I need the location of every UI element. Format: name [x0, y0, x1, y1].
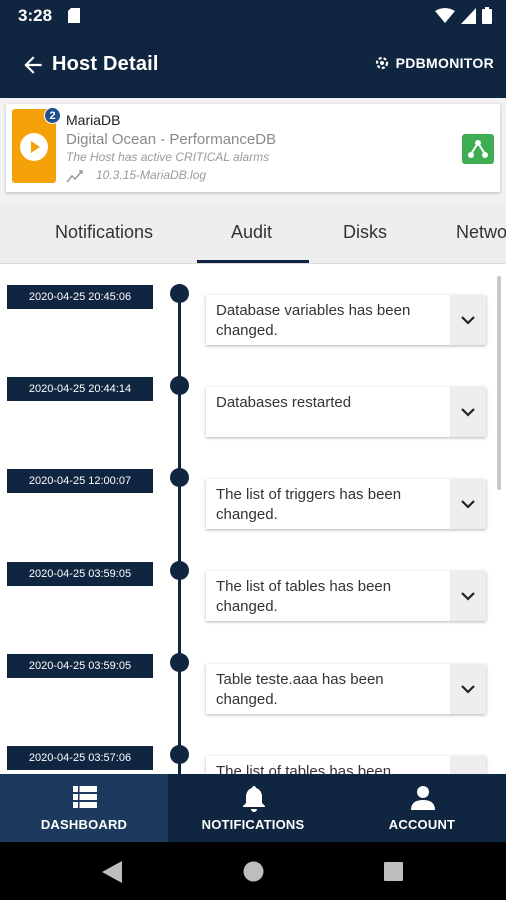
play-icon [20, 133, 48, 161]
timeline-card[interactable]: Databases restarted [206, 387, 486, 437]
host-log-file: 10.3.15-MariaDB.log [96, 168, 207, 182]
nav-account-label: ACCOUNT [388, 817, 456, 832]
nav-notifications-label: NOTIFICATIONS [201, 817, 305, 832]
status-time: 3:28 [18, 6, 53, 25]
home-circle-icon[interactable] [243, 861, 264, 882]
timeline-date: 2020-04-25 20:44:14 [7, 377, 153, 401]
timeline-line [178, 292, 181, 774]
expand-button[interactable] [450, 295, 486, 345]
chart-line-icon [66, 170, 83, 183]
gear-icon [375, 56, 388, 70]
nav-notifications[interactable]: NOTIFICATIONS [169, 774, 337, 842]
status-icons [435, 7, 492, 24]
person-icon [411, 786, 435, 810]
timeline-date: 2020-04-25 20:45:06 [7, 285, 153, 309]
page-title: Host Detail [52, 53, 159, 75]
timeline-text: Databases restarted [216, 394, 352, 411]
nav-dashboard[interactable]: DASHBOARD [0, 774, 168, 842]
timeline-date: 2020-04-25 03:59:05 [7, 654, 153, 678]
timeline-text: The list of tables has been changed. [216, 763, 392, 774]
tab-disks[interactable]: Disks [343, 222, 387, 243]
host-share-button[interactable] [462, 134, 494, 164]
timeline-text: The list of triggers has been changed. [216, 486, 402, 523]
bottom-nav: DASHBOARD NOTIFICATIONS ACCOUNT [0, 774, 506, 842]
status-bar: 3:28 [0, 0, 506, 32]
timeline-dot [170, 745, 189, 764]
timeline-card[interactable]: Database variables has been changed. [206, 295, 486, 345]
tab-bar: Notifications Audit Disks Netwo [0, 204, 506, 264]
nav-account[interactable]: ACCOUNT [338, 774, 506, 842]
host-area: 2 MariaDB Digital Ocean - PerformanceDB … [0, 98, 506, 204]
chevron-down-icon [461, 408, 475, 417]
host-alarm-badge: 2 [44, 107, 61, 124]
timeline-text: The list of tables has been changed. [216, 578, 392, 615]
brand-logo: PDBMONITOR [374, 55, 494, 71]
host-alarm-text: The Host has active CRITICAL alarms [66, 150, 270, 164]
wifi-icon [435, 7, 455, 23]
expand-button[interactable] [450, 387, 486, 437]
timeline-card[interactable]: Table teste.aaa has been changed. [206, 664, 486, 714]
expand-button[interactable] [450, 664, 486, 714]
sd-card-icon [68, 8, 80, 23]
expand-button[interactable] [450, 571, 486, 621]
expand-button[interactable] [450, 756, 486, 774]
chevron-down-icon [461, 685, 475, 694]
tab-notifications[interactable]: Notifications [55, 222, 153, 243]
signal-icon [461, 7, 476, 24]
timeline-scrollbar[interactable] [497, 276, 501, 490]
timeline-card[interactable]: The list of triggers has been changed. [206, 479, 486, 529]
timeline-dot [170, 561, 189, 580]
chevron-down-icon [461, 500, 475, 509]
tab-audit[interactable]: Audit [231, 222, 272, 243]
timeline-date: 2020-04-25 12:00:07 [7, 469, 153, 493]
audit-timeline[interactable]: 2020-04-25 20:45:06 Database variables h… [0, 264, 506, 774]
chevron-down-icon [461, 316, 475, 325]
timeline-card[interactable]: The list of tables has been changed. [206, 756, 486, 774]
chevron-down-icon [461, 592, 475, 601]
nav-dashboard-label: DASHBOARD [40, 817, 128, 832]
timeline-text: Database variables has been changed. [216, 302, 411, 339]
timeline-dot [170, 376, 189, 395]
battery-icon [482, 7, 492, 24]
dashboard-icon [73, 786, 97, 808]
tab-network[interactable]: Netwo [456, 222, 506, 243]
bell-icon [243, 786, 265, 812]
back-triangle-icon[interactable] [102, 861, 122, 883]
share-icon [468, 140, 488, 158]
host-provider: Digital Ocean - PerformanceDB [66, 131, 277, 148]
timeline-date: 2020-04-25 03:57:06 [7, 746, 153, 770]
timeline-dot [170, 284, 189, 303]
back-arrow-icon[interactable] [20, 52, 46, 78]
timeline-date: 2020-04-25 03:59:05 [7, 562, 153, 586]
timeline-dot [170, 468, 189, 487]
system-nav-bar [0, 842, 506, 900]
expand-button[interactable] [450, 479, 486, 529]
brand-name: PDBMONITOR [395, 55, 494, 71]
timeline-text: Table teste.aaa has been changed. [216, 671, 384, 708]
app-bar: Host Detail PDBMONITOR [0, 32, 506, 98]
timeline-card[interactable]: The list of tables has been changed. [206, 571, 486, 621]
host-name: MariaDB [66, 112, 121, 128]
host-card[interactable]: 2 MariaDB Digital Ocean - PerformanceDB … [6, 104, 500, 192]
timeline-dot [170, 653, 189, 672]
recents-square-icon[interactable] [384, 862, 403, 881]
